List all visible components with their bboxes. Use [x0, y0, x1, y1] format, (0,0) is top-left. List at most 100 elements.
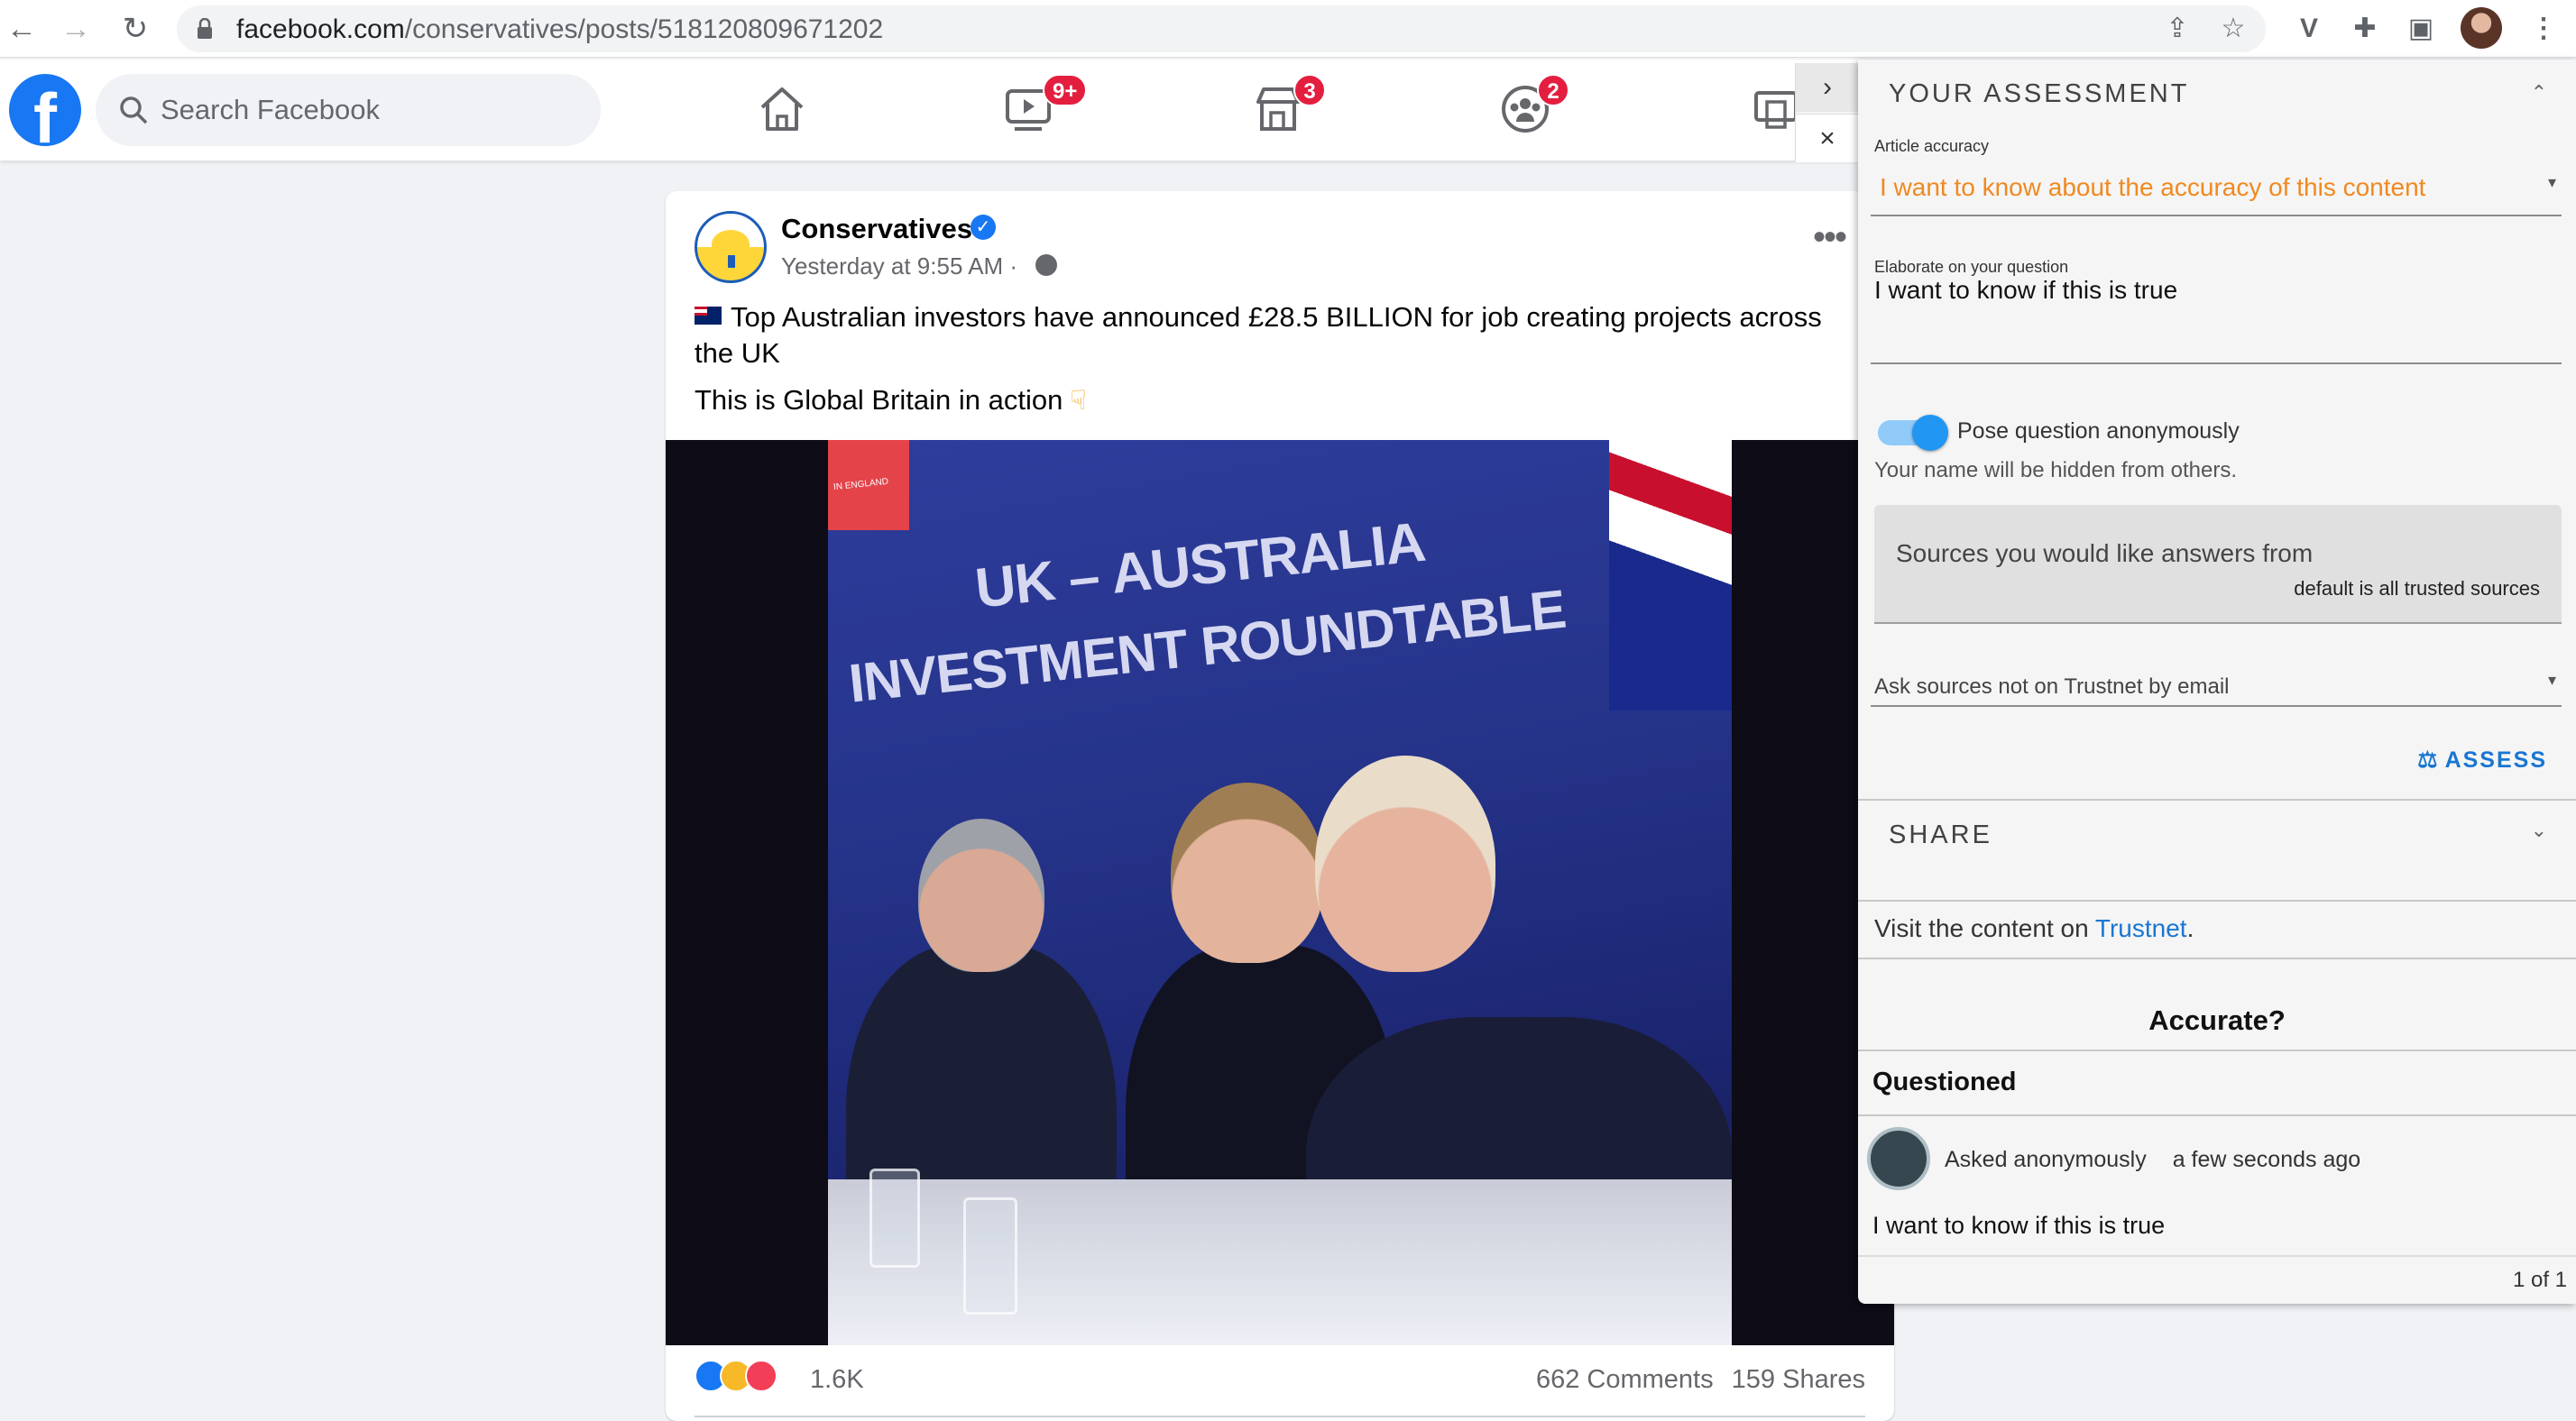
- page-avatar[interactable]: [695, 211, 767, 283]
- home-icon: [760, 87, 804, 131]
- photo-union-flag: [1609, 440, 1732, 710]
- post-text-line2: This is Global Britain in action: [695, 384, 1063, 416]
- post-text-line1: Top Australian investors have announced …: [695, 301, 1822, 369]
- chrome-menu-icon[interactable]: ⋮: [2525, 11, 2562, 47]
- extensions-puzzle-icon[interactable]: ✚: [2347, 11, 2383, 47]
- forward-arrow-icon[interactable]: →: [58, 11, 94, 47]
- gaming-icon: [1754, 91, 1797, 129]
- question-text: I want to know if this is true: [1872, 1212, 2166, 1239]
- url-host: facebook.com: [236, 14, 405, 44]
- nav-marketplace[interactable]: 3: [1247, 74, 1326, 141]
- share-title: SHARE: [1889, 821, 1992, 849]
- post-photo[interactable]: IN ENGLAND UK – AUSTRALIA INVESTMENT ROU…: [828, 440, 1732, 1345]
- person-left-head: [918, 819, 1044, 972]
- sources-label: Sources you would like answers from: [1896, 539, 2314, 567]
- photo-glass-1: [869, 1169, 920, 1268]
- nav-groups[interactable]: 2: [1494, 74, 1569, 141]
- nav-gaming[interactable]: [1746, 78, 1797, 141]
- post-card: Conservatives ✓ Yesterday at 9:55 AM · •…: [666, 191, 1894, 1421]
- sources-select[interactable]: Sources you would like answers from defa…: [1874, 505, 2562, 624]
- address-bar[interactable]: facebook.com/conservatives/posts/5181208…: [177, 5, 2266, 52]
- anonymous-avatar: [1867, 1127, 1930, 1190]
- assess-button[interactable]: ⚖ ASSESS: [2417, 747, 2547, 774]
- elaborate-textarea[interactable]: I want to know if this is true: [1858, 276, 2576, 366]
- watch-badge: 9+: [1043, 74, 1088, 106]
- facebook-logo-icon[interactable]: f: [9, 74, 81, 146]
- accurate-title: Accurate?: [2148, 1004, 2286, 1036]
- elaborate-underline: [1871, 362, 2562, 364]
- search-placeholder: Search Facebook: [161, 94, 380, 125]
- extension-v-icon[interactable]: V: [2291, 11, 2327, 47]
- post-author[interactable]: Conservatives: [781, 213, 972, 245]
- more-options-icon[interactable]: •••: [1813, 219, 1847, 255]
- post-photo-frame[interactable]: IN ENGLAND UK – AUSTRALIA INVESTMENT ROU…: [666, 440, 1894, 1345]
- url-path: /conservatives/posts/518120809671202: [404, 14, 884, 44]
- nav-home[interactable]: [750, 78, 814, 141]
- chevron-down-icon[interactable]: ⌄: [2531, 819, 2547, 842]
- lock-icon: [198, 18, 212, 39]
- post-divider: [695, 1416, 1865, 1417]
- photo-red-banner: IN ENGLAND: [828, 440, 909, 530]
- question-meta: Asked anonymously a few seconds ago: [1945, 1147, 2360, 1173]
- shares-count[interactable]: 159 Shares: [1732, 1365, 1865, 1394]
- post-text: Top Australian investors have announced …: [695, 299, 1867, 371]
- tree-trunk: [728, 255, 735, 268]
- dropdown-arrow-icon: ▾: [2547, 671, 2556, 689]
- reaction-count[interactable]: 1.6K: [810, 1365, 864, 1395]
- assessment-title: YOUR ASSESSMENT: [1889, 79, 2190, 108]
- email-sources-label: Ask sources not on Trustnet by email: [1874, 674, 2230, 699]
- nav-watch[interactable]: 9+: [998, 74, 1088, 141]
- visit-trustnet-text: Visit the content on Trustnet.: [1874, 914, 2194, 943]
- assess-label: ASSESS: [2444, 747, 2547, 773]
- sources-hint: default is all trusted sources: [2294, 577, 2540, 600]
- reload-icon[interactable]: ↻: [117, 11, 153, 47]
- share-header[interactable]: SHARE ⌄: [1858, 801, 2576, 871]
- article-accuracy-value: I want to know about the accuracy of thi…: [1880, 173, 2426, 201]
- dropdown-arrow-icon: ▾: [2547, 173, 2556, 191]
- section-separator: [1858, 1050, 2576, 1051]
- question-author: Asked anonymously: [1945, 1147, 2147, 1172]
- anonymous-label: Pose question anonymously: [1957, 418, 2240, 444]
- engagement-counts: 662 Comments 159 Shares: [1536, 1365, 1865, 1395]
- post-timestamp[interactable]: Yesterday at 9:55 AM ·: [781, 252, 1017, 280]
- browser-toolbar: ← → ↻ facebook.com/conservatives/posts/5…: [0, 0, 2576, 58]
- assessment-header[interactable]: YOUR ASSESSMENT ⌃: [1858, 60, 2576, 130]
- url-text: facebook.com/conservatives/posts/5181208…: [236, 14, 883, 45]
- anonymous-toggle[interactable]: [1878, 415, 1948, 451]
- expand-chevron-icon[interactable]: ›: [1796, 63, 1859, 112]
- questioned-title: Questioned: [1872, 1068, 2017, 1096]
- section-separator: [1858, 1114, 2576, 1116]
- question-time: a few seconds ago: [2172, 1147, 2361, 1172]
- profile-avatar[interactable]: [2461, 7, 2502, 49]
- visit-suffix: .: [2186, 914, 2194, 942]
- side-panel-icon[interactable]: ▣: [2403, 11, 2439, 47]
- chevron-up-icon[interactable]: ⌃: [2531, 81, 2547, 105]
- groups-badge: 2: [1537, 74, 1569, 106]
- assessment-panel: YOUR ASSESSMENT ⌃ Article accuracy I wan…: [1858, 60, 2576, 1304]
- share-page-icon[interactable]: ⇪: [2159, 11, 2195, 47]
- section-separator: [1858, 958, 2576, 959]
- back-arrow-icon[interactable]: ←: [4, 11, 40, 47]
- search-box[interactable]: Search Facebook: [96, 74, 601, 146]
- anonymous-helper: Your name will be hidden from others.: [1874, 458, 2237, 482]
- section-separator: [1858, 1255, 2576, 1257]
- elaborate-value: I want to know if this is true: [1874, 276, 2178, 304]
- photo-glass-2: [963, 1197, 1017, 1315]
- bookmark-star-icon[interactable]: ☆: [2215, 11, 2251, 47]
- trustnet-link[interactable]: Trustnet: [2095, 914, 2187, 942]
- visit-prefix: Visit the content on: [1874, 914, 2095, 942]
- comments-count[interactable]: 662 Comments: [1536, 1365, 1714, 1394]
- globe-icon: [1035, 254, 1057, 276]
- post-text-secondary: This is Global Britain in action ☟: [695, 384, 1087, 417]
- love-reaction-icon: [745, 1360, 777, 1392]
- extension-tab: › ×: [1795, 63, 1859, 162]
- article-accuracy-select[interactable]: I want to know about the accuracy of thi…: [1858, 153, 2576, 216]
- toggle-knob: [1912, 415, 1948, 451]
- assess-icon: ⚖: [2417, 747, 2440, 773]
- pointing-down-icon: ☟: [1070, 386, 1087, 416]
- close-icon[interactable]: ×: [1796, 114, 1859, 162]
- email-sources-select[interactable]: Ask sources not on Trustnet by email ▾: [1858, 664, 2576, 709]
- section-separator: [1858, 900, 2576, 902]
- photo-banner-text: IN ENGLAND: [833, 476, 889, 493]
- marketplace-badge: 3: [1293, 74, 1326, 106]
